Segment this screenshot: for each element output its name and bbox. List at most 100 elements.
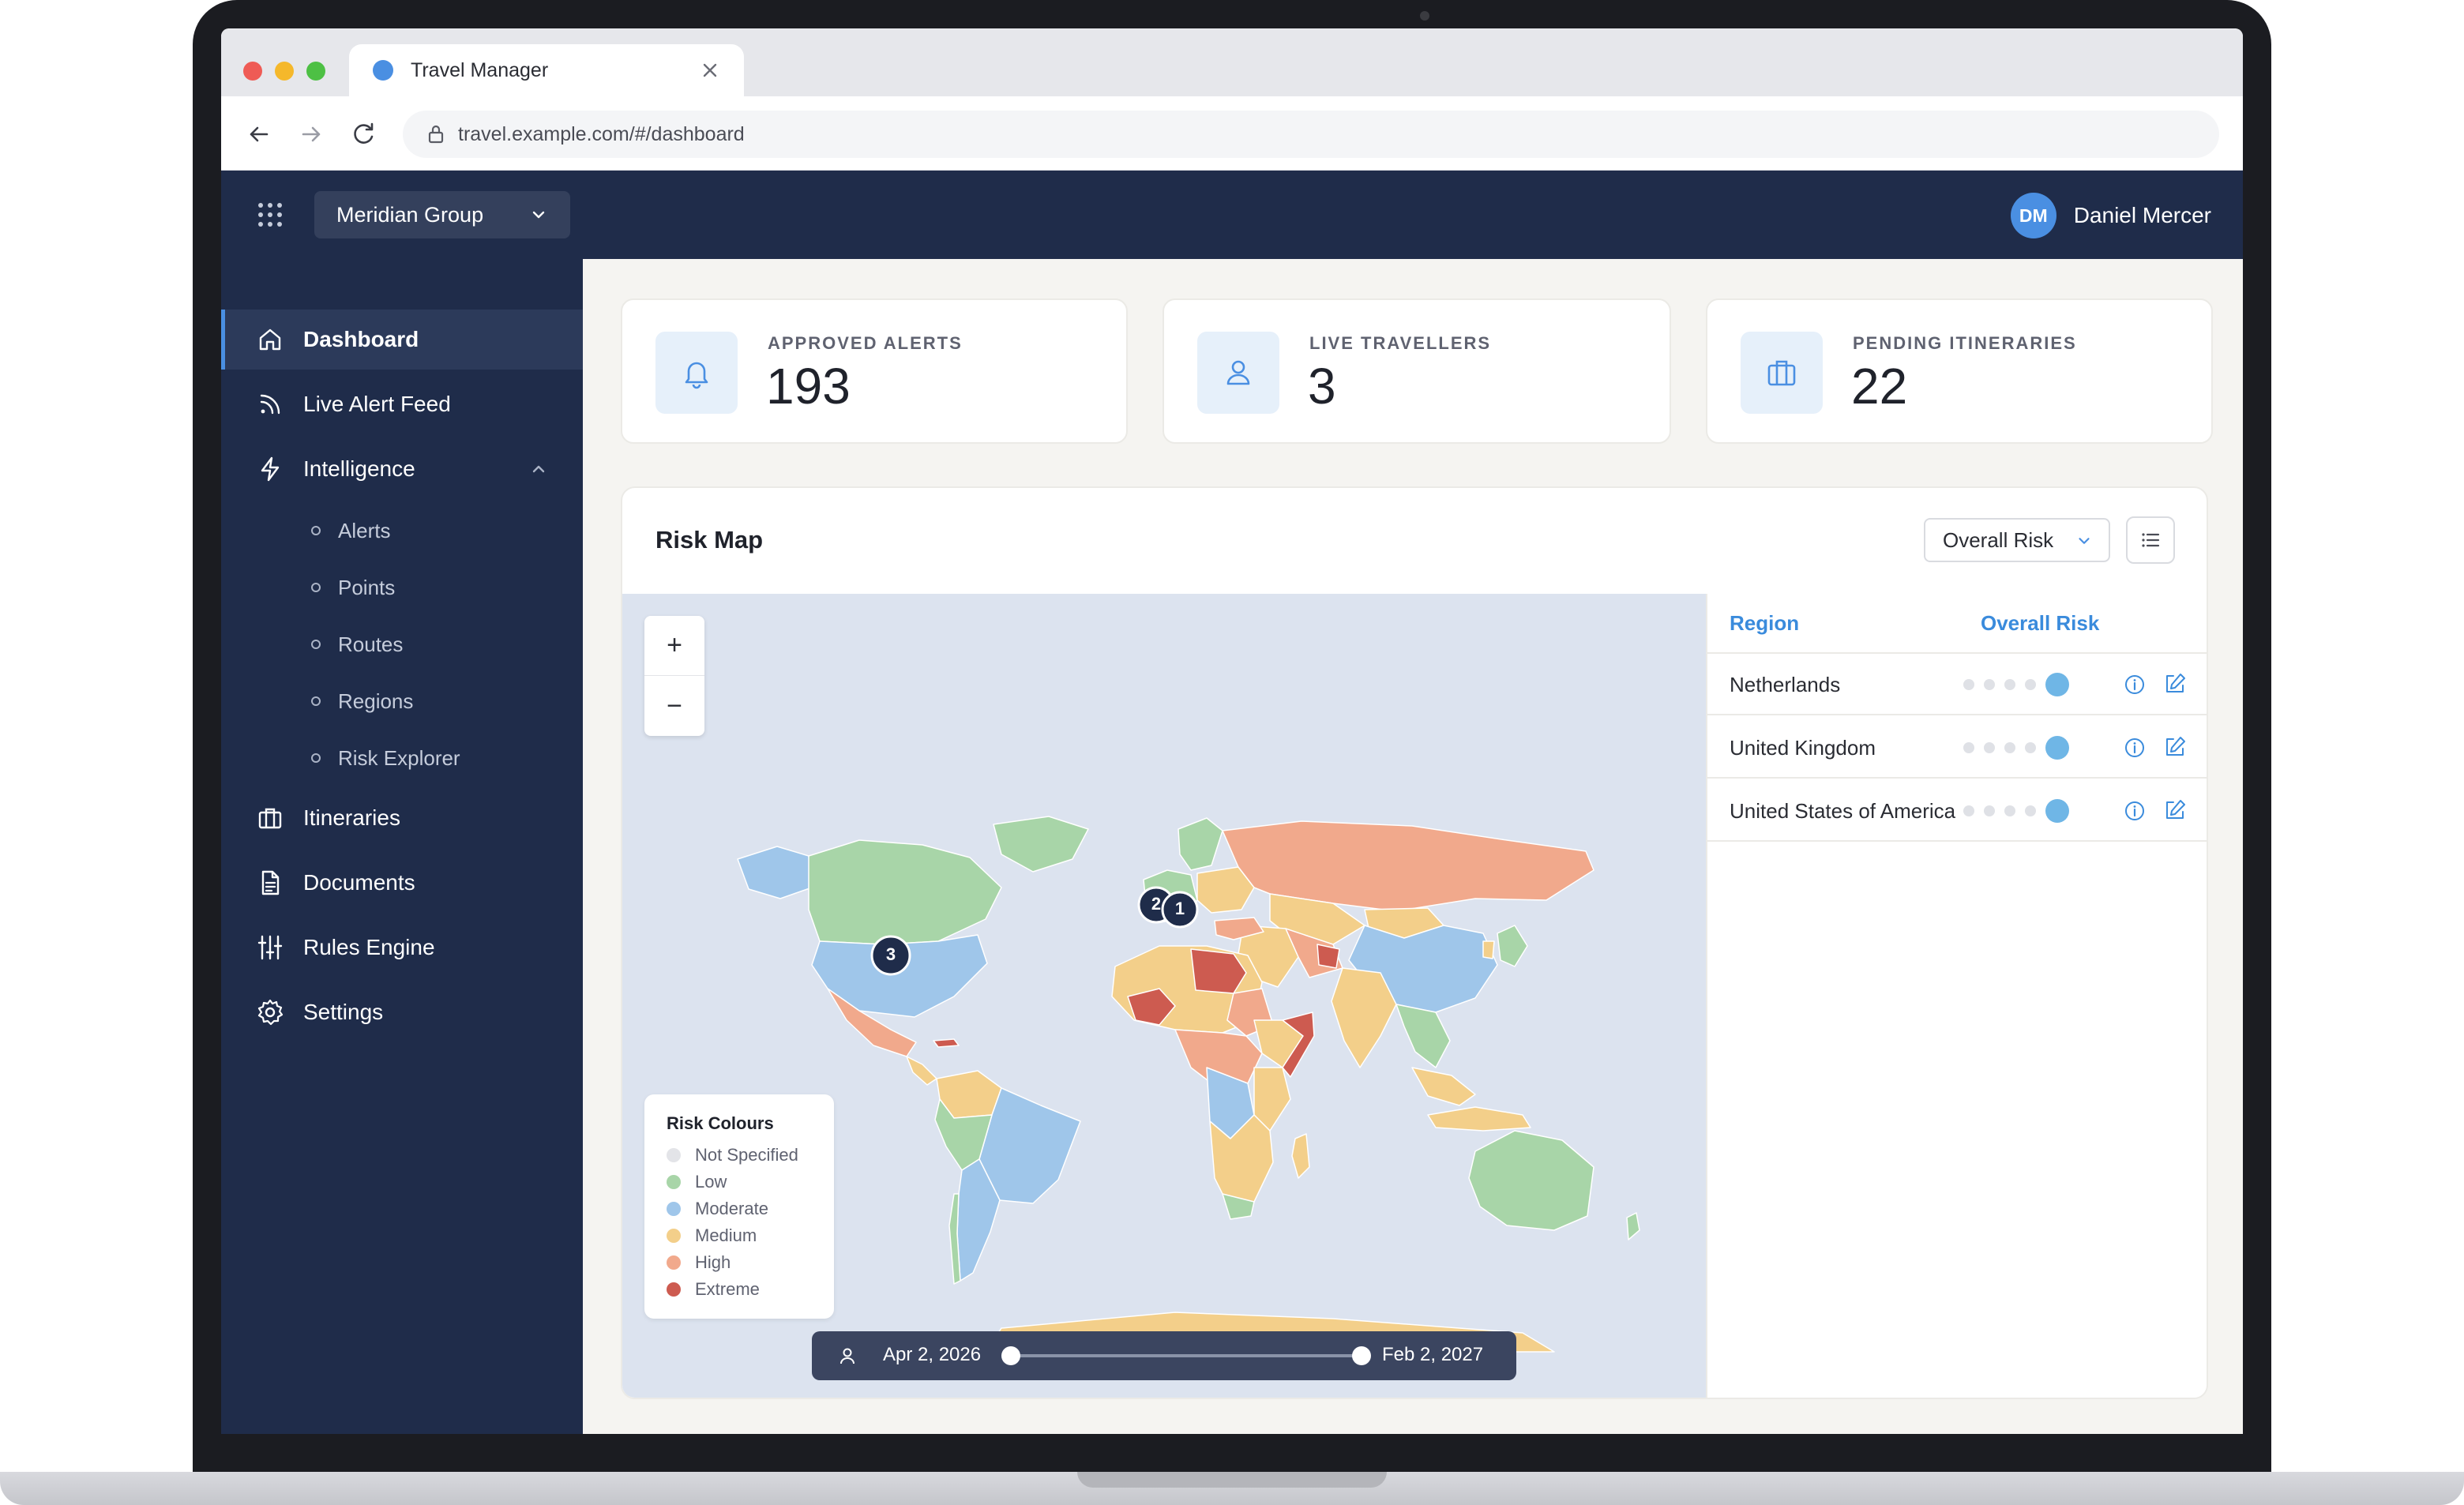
sidebar-item-itineraries[interactable]: Itineraries xyxy=(221,788,583,848)
slider-handle-start[interactable] xyxy=(1001,1346,1020,1365)
column-header-region[interactable]: Region xyxy=(1730,611,1799,636)
info-icon[interactable] xyxy=(2123,736,2147,760)
zoom-controls: + − xyxy=(644,616,704,736)
camera xyxy=(1420,11,1429,21)
gear-icon xyxy=(257,999,284,1026)
legend-item: Medium xyxy=(667,1222,834,1249)
table-row[interactable]: Netherlands xyxy=(1707,654,2207,715)
bullet-icon xyxy=(311,640,321,649)
tab-title: Travel Manager xyxy=(411,58,549,81)
risk-map-card: Risk Map Overall Risk 2 1 3 + − Risk Col… xyxy=(621,486,2208,1399)
browser-tabbar: Travel Manager xyxy=(221,28,2243,96)
forward-icon[interactable] xyxy=(297,120,325,148)
stat-icon-container xyxy=(1741,332,1823,414)
user-menu[interactable]: DM Daniel Mercer xyxy=(2010,193,2211,238)
sidebar-subitem-regions[interactable]: Regions xyxy=(221,677,583,725)
lock-icon xyxy=(428,125,444,144)
close-icon[interactable] xyxy=(698,58,722,82)
legend-label: Medium xyxy=(695,1225,757,1245)
person-icon xyxy=(1226,360,1250,385)
edit-icon[interactable] xyxy=(2162,734,2188,760)
zoom-in-button[interactable]: + xyxy=(644,616,704,676)
sidebar-item-label: Rules Engine xyxy=(303,935,435,959)
sidebar-subitem-points[interactable]: Points xyxy=(221,564,583,611)
slider-handle-end[interactable] xyxy=(1352,1346,1371,1365)
sidebar: Dashboard Live Alert Feed Intelligence A… xyxy=(221,259,583,1434)
chevron-down-icon xyxy=(2079,538,2090,544)
bullet-icon xyxy=(311,753,321,763)
sidebar-item-label: Dashboard xyxy=(303,327,419,351)
region-name: Netherlands xyxy=(1730,673,1841,696)
date-range-slider: Apr 2, 2026 Feb 2, 2027 xyxy=(812,1331,1516,1380)
stat-card-pending-itineraries[interactable]: PENDING ITINERARIES 22 xyxy=(1706,298,2213,444)
table-row[interactable]: United States of America xyxy=(1707,780,2207,842)
person-icon xyxy=(840,1348,855,1364)
legend-label: Not Specified xyxy=(695,1145,798,1165)
sidebar-subitem-label: Points xyxy=(338,575,396,599)
laptop-notch xyxy=(1077,1472,1387,1488)
stat-label: APPROVED ALERTS xyxy=(768,333,963,353)
sidebar-item-intelligence[interactable]: Intelligence xyxy=(221,439,583,499)
legend-item: Not Specified xyxy=(667,1142,834,1169)
app-grid-icon[interactable] xyxy=(256,201,284,229)
sidebar-item-documents[interactable]: Documents xyxy=(221,853,583,913)
list-view-button[interactable] xyxy=(2126,516,2175,564)
sidebar-item-label: Settings xyxy=(303,1000,384,1024)
sidebar-item-settings[interactable]: Settings xyxy=(221,982,583,1042)
risk-legend: Risk Colours Not Specified Low Moderate … xyxy=(644,1094,834,1319)
stat-value: 3 xyxy=(1308,358,1336,415)
url-text: travel.example.com/#/dashboard xyxy=(458,122,745,145)
url-bar[interactable]: travel.example.com/#/dashboard xyxy=(403,111,2219,158)
list-icon xyxy=(2142,533,2160,547)
cluster-marker-label[interactable]: 2 xyxy=(1147,894,1166,914)
cluster-marker-label[interactable]: 1 xyxy=(1170,899,1189,919)
risk-filter-select[interactable]: Overall Risk xyxy=(1924,518,2110,562)
user-name: Daniel Mercer xyxy=(2073,203,2211,227)
legend-swatch xyxy=(667,1202,681,1216)
info-icon[interactable] xyxy=(2123,673,2147,696)
column-header-overall-risk[interactable]: Overall Risk xyxy=(1981,611,2099,636)
edit-icon[interactable] xyxy=(2162,671,2188,696)
window-minimize-button[interactable] xyxy=(275,62,294,81)
bullet-icon xyxy=(311,696,321,706)
risk-level-indicator xyxy=(1963,673,2069,696)
slider-track[interactable] xyxy=(1011,1354,1362,1357)
map-title: Risk Map xyxy=(655,526,764,554)
sidebar-item-label: Itineraries xyxy=(303,805,400,830)
legend-swatch xyxy=(667,1175,681,1189)
browser-toolbar: travel.example.com/#/dashboard xyxy=(221,96,2243,171)
edit-icon[interactable] xyxy=(2162,798,2188,823)
sliders-icon xyxy=(257,935,283,960)
lightning-icon xyxy=(261,456,280,482)
sidebar-subitem-label: Alerts xyxy=(338,518,391,542)
back-icon[interactable] xyxy=(245,120,273,148)
home-icon xyxy=(259,328,281,351)
sidebar-subitem-alerts[interactable]: Alerts xyxy=(221,507,583,554)
sidebar-subitem-risk-explorer[interactable]: Risk Explorer xyxy=(221,734,583,782)
cluster-marker-label[interactable]: 3 xyxy=(881,944,900,965)
legend-item: Low xyxy=(667,1169,834,1195)
stat-label: PENDING ITINERARIES xyxy=(1853,333,2077,353)
legend-label: Moderate xyxy=(695,1199,768,1218)
reload-icon[interactable] xyxy=(349,120,377,148)
stat-label: LIVE TRAVELLERS xyxy=(1309,333,1492,353)
world-map[interactable]: 2 1 3 + − Risk Colours Not Specified Low xyxy=(622,594,1706,1398)
table-row[interactable]: United Kingdom xyxy=(1707,717,2207,779)
window-close-button[interactable] xyxy=(243,62,262,81)
sidebar-item-live-alert-feed[interactable]: Live Alert Feed xyxy=(221,374,583,434)
info-icon[interactable] xyxy=(2123,799,2147,823)
stat-card-live-travellers[interactable]: LIVE TRAVELLERS 3 xyxy=(1163,298,1671,444)
stat-card-approved-alerts[interactable]: APPROVED ALERTS 193 xyxy=(621,298,1128,444)
sidebar-subitem-routes[interactable]: Routes xyxy=(221,621,583,668)
legend-title: Risk Colours xyxy=(667,1113,774,1133)
org-selector[interactable]: Meridian Group xyxy=(314,191,570,238)
sidebar-item-rules-engine[interactable]: Rules Engine xyxy=(221,918,583,978)
zoom-out-button[interactable]: − xyxy=(644,676,704,736)
chevron-up-icon[interactable] xyxy=(529,460,548,479)
legend-swatch xyxy=(667,1282,681,1297)
sidebar-item-dashboard[interactable]: Dashboard xyxy=(221,310,583,370)
browser-tab[interactable]: Travel Manager xyxy=(349,44,744,96)
risk-level-indicator xyxy=(1963,799,2069,823)
window-maximize-button[interactable] xyxy=(306,62,325,81)
sidebar-subitem-label: Risk Explorer xyxy=(338,745,460,770)
